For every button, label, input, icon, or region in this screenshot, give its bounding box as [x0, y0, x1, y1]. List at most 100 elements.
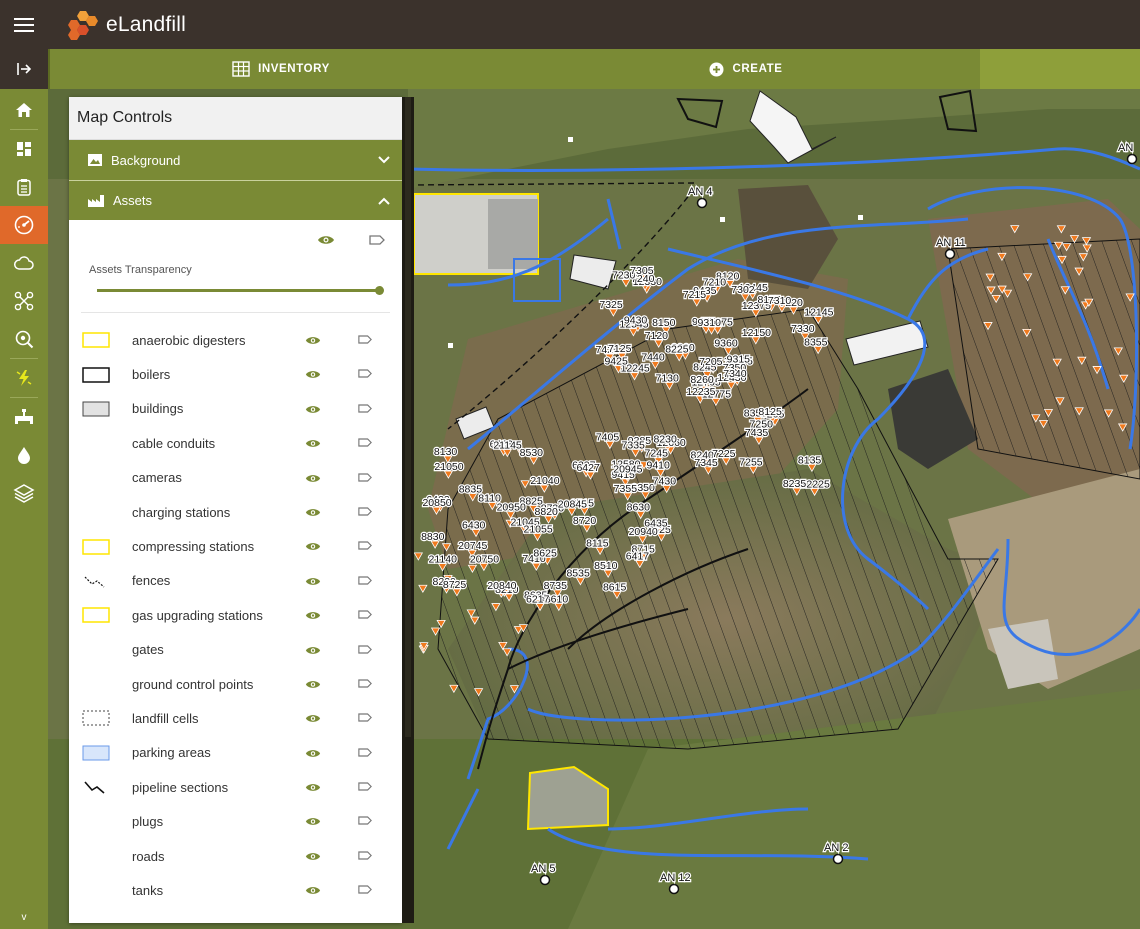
- well-label: 21140: [429, 554, 458, 566]
- transparency-slider-handle[interactable]: [375, 286, 384, 295]
- gauge-icon[interactable]: [0, 206, 48, 244]
- tab-create[interactable]: CREATE: [512, 49, 980, 89]
- well-label: 6417: [626, 550, 650, 562]
- visibility-toggle-icon[interactable]: [305, 335, 321, 346]
- label-all-icon[interactable]: [369, 235, 385, 245]
- label-toggle-icon[interactable]: [358, 541, 372, 550]
- background-section-label: Background: [111, 152, 181, 168]
- table-icon: [232, 61, 250, 77]
- label-toggle-icon[interactable]: [358, 816, 372, 826]
- well-label: 7120: [645, 330, 669, 342]
- visibility-toggle-icon[interactable]: [305, 713, 321, 724]
- visibility-toggle-icon[interactable]: [305, 576, 321, 587]
- dashboard-icon[interactable]: [0, 130, 48, 168]
- visibility-toggle-icon[interactable]: [305, 507, 321, 518]
- anchor-point[interactable]: [1126, 153, 1138, 165]
- menu-icon[interactable]: [0, 0, 48, 49]
- anchor-point[interactable]: [696, 197, 708, 209]
- honeycomb-logo-icon: [68, 10, 98, 40]
- search-eye-icon[interactable]: [0, 320, 48, 358]
- well-label: 7430: [653, 475, 677, 487]
- label-toggle-icon[interactable]: [358, 851, 372, 860]
- anchor-label: AN 12: [660, 872, 691, 884]
- well-label: 20745: [458, 540, 487, 552]
- layer-row: landfill cells: [81, 701, 390, 735]
- visibility-toggle-icon[interactable]: [305, 369, 321, 380]
- anchor-label: AN 5: [531, 863, 555, 875]
- background-section-header[interactable]: Background: [69, 140, 402, 180]
- well-label: 7310: [768, 295, 792, 307]
- label-toggle-icon[interactable]: [358, 404, 372, 413]
- layer-label: boilers: [132, 367, 171, 383]
- anchor-point[interactable]: [539, 874, 551, 886]
- label-toggle-icon[interactable]: [358, 644, 372, 654]
- label-toggle-icon[interactable]: [358, 782, 372, 791]
- visibility-toggle-icon[interactable]: [305, 851, 321, 862]
- well-label: 8835: [459, 484, 483, 496]
- label-toggle-icon[interactable]: [358, 472, 372, 482]
- label-toggle-icon[interactable]: [358, 679, 372, 688]
- layer-label: anaerobic digesters: [132, 332, 246, 348]
- tab-inventory[interactable]: INVENTORY: [48, 49, 512, 89]
- layer-row: anaerobic digesters: [81, 323, 390, 357]
- label-toggle-icon[interactable]: [358, 576, 372, 585]
- layer-row: compressing stations: [81, 529, 390, 563]
- label-toggle-icon[interactable]: [358, 748, 372, 757]
- label-toggle-icon[interactable]: [358, 885, 372, 894]
- well-label: 21050: [434, 461, 463, 473]
- label-toggle-icon[interactable]: [358, 713, 372, 722]
- well-label: 8725: [443, 579, 467, 591]
- eye-all-icon[interactable]: [317, 234, 335, 246]
- visibility-toggle-icon[interactable]: [305, 610, 321, 621]
- visibility-toggle-icon[interactable]: [305, 816, 321, 827]
- layers-icon[interactable]: [0, 474, 48, 512]
- layer-label: charging stations: [132, 504, 231, 520]
- well-label: 8230: [653, 434, 677, 446]
- label-toggle-icon[interactable]: [358, 610, 372, 619]
- top-bar: eLandfill: [0, 0, 1140, 49]
- well-label: 8115: [586, 537, 609, 549]
- toggle-all-row: [81, 220, 390, 264]
- anchor-label: AN 11: [936, 237, 966, 249]
- well-label: 12145: [804, 307, 833, 319]
- cloud-icon[interactable]: [0, 244, 48, 282]
- visibility-toggle-icon[interactable]: [305, 404, 321, 415]
- anchor-point[interactable]: [832, 853, 844, 865]
- lightning-icon[interactable]: [0, 359, 48, 397]
- app-logo[interactable]: eLandfill: [66, 10, 186, 40]
- drone-icon[interactable]: [0, 282, 48, 320]
- pipe-icon[interactable]: [0, 398, 48, 436]
- home-icon[interactable]: [0, 91, 48, 129]
- layer-label: fences: [132, 573, 171, 589]
- anchor-label: AN 2: [824, 842, 848, 854]
- visibility-toggle-icon[interactable]: [305, 885, 321, 896]
- layer-swatch: [82, 366, 110, 383]
- transparency-slider[interactable]: [97, 276, 384, 302]
- label-toggle-icon[interactable]: [358, 507, 372, 516]
- layer-row: ground control points: [81, 667, 390, 701]
- label-toggle-icon[interactable]: [358, 438, 372, 447]
- well-label: 8225: [665, 344, 689, 356]
- assets-section-header[interactable]: Assets: [69, 180, 402, 220]
- visibility-toggle-icon[interactable]: [305, 748, 321, 759]
- visibility-toggle-icon[interactable]: [305, 645, 321, 656]
- panel-scrollbar[interactable]: [402, 97, 414, 923]
- label-toggle-icon[interactable]: [358, 335, 372, 344]
- layer-swatch: [82, 848, 110, 864]
- expand-panel-icon[interactable]: [0, 49, 48, 89]
- layer-label: pipeline sections: [132, 779, 229, 795]
- drop-icon[interactable]: [0, 436, 48, 474]
- visibility-toggle-icon[interactable]: [305, 782, 321, 793]
- well-label: 20840: [487, 580, 516, 592]
- visibility-toggle-icon[interactable]: [305, 679, 321, 690]
- anchor-point[interactable]: [944, 248, 956, 260]
- clipboard-icon[interactable]: [0, 168, 48, 206]
- visibility-toggle-icon[interactable]: [305, 541, 321, 552]
- visibility-toggle-icon[interactable]: [305, 438, 321, 449]
- anchor-point[interactable]: [668, 883, 680, 895]
- layer-label: roads: [132, 848, 165, 864]
- rail-collapse-toggle[interactable]: v: [0, 912, 48, 923]
- visibility-toggle-icon[interactable]: [305, 473, 321, 484]
- well-label: 21055: [523, 524, 552, 536]
- label-toggle-icon[interactable]: [358, 369, 372, 378]
